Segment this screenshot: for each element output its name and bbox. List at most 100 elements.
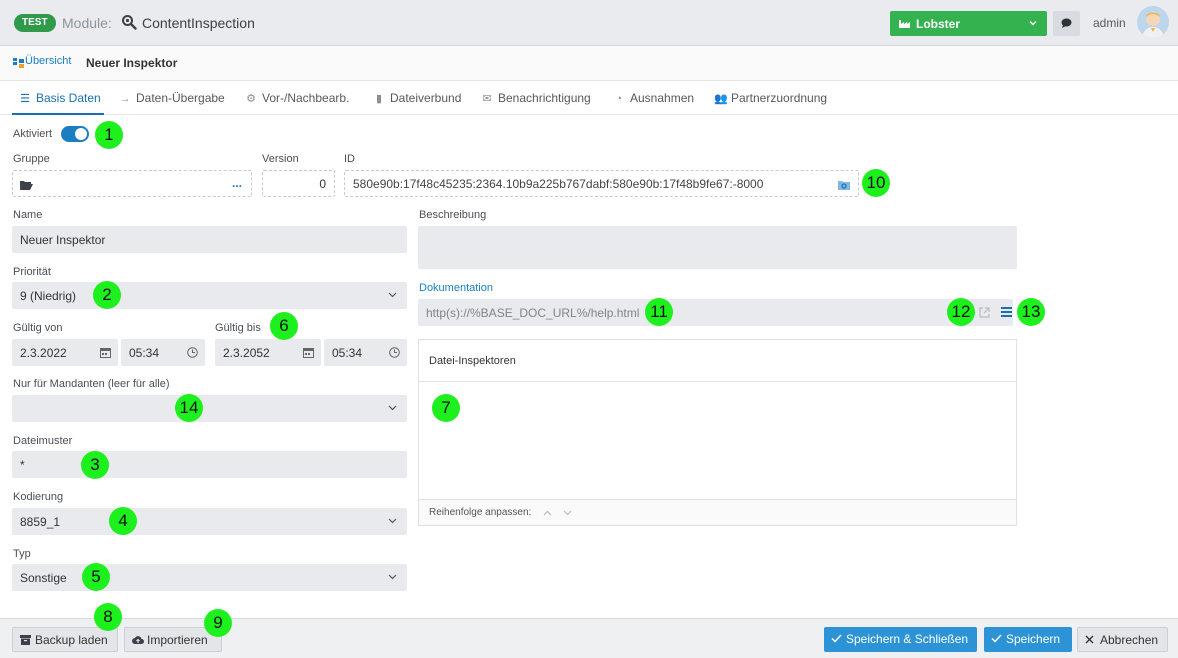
clients-select[interactable] — [12, 395, 407, 422]
user-avatar[interactable] — [1137, 6, 1169, 38]
tab-vor-nachbearb[interactable]: ⚙ Vor-/Nachbearb. — [245, 91, 349, 105]
group-field[interactable]: ... — [12, 170, 252, 197]
breadcrumb-overview-link[interactable]: Übersicht — [25, 55, 71, 67]
users-icon: 👥 — [714, 93, 728, 105]
valid-to-time-input[interactable]: 05:34 — [324, 339, 407, 366]
external-link-icon[interactable] — [979, 307, 990, 318]
save-and-close-button[interactable]: Speichern & Schließen — [824, 627, 977, 652]
tab-partnerzuordnung[interactable]: 👥 Partnerzuordnung — [714, 91, 827, 105]
tab-label: Partnerzuordnung — [731, 91, 828, 105]
file-icon: ▮ — [375, 93, 383, 105]
save-button[interactable]: Speichern — [984, 627, 1072, 652]
id-value: 580e90b:17f48c45235:2364.10b9a225b767dab… — [353, 177, 764, 191]
clients-label: Nur für Mandanten (leer für alle) — [13, 378, 170, 390]
import-label: Importieren — [147, 633, 208, 647]
list-menu-icon[interactable] — [1001, 307, 1012, 317]
annotation-marker: 4 — [109, 507, 137, 535]
gears-icon: ⚙ — [246, 93, 256, 105]
id-field[interactable]: 580e90b:17f48c45235:2364.10b9a225b767dab… — [344, 170, 859, 197]
name-value: Neuer Inspektor — [20, 233, 106, 247]
encoding-select[interactable]: 8859_1 — [12, 508, 407, 535]
save-label: Speichern — [1006, 632, 1061, 646]
chevron-down-icon — [388, 518, 397, 524]
clock-icon[interactable] — [187, 347, 198, 358]
id-label: ID — [344, 153, 355, 165]
valid-from-label: Gültig von — [13, 322, 63, 334]
annotation-marker: 1 — [95, 121, 123, 149]
close-icon — [1085, 635, 1094, 644]
comment-icon — [1061, 18, 1072, 28]
tab-label: Dateiverbund — [390, 91, 462, 105]
tenant-select[interactable]: Lobster — [890, 11, 1047, 36]
factory-icon — [899, 20, 910, 28]
annotation-marker: 14 — [175, 394, 203, 422]
annotation-marker: 8 — [94, 603, 122, 631]
priority-select[interactable]: 9 (Niedrig) — [12, 282, 407, 309]
active-tab-indicator — [12, 113, 104, 115]
name-input[interactable]: Neuer Inspektor — [12, 226, 407, 253]
backup-load-button[interactable]: Backup laden — [12, 627, 118, 652]
file-inspectors-title: Datei-Inspektoren — [429, 355, 516, 367]
tab-label: Vor-/Nachbearb. — [262, 91, 350, 105]
documentation-label: Dokumentation — [419, 282, 493, 294]
tab-label: Basis Daten — [36, 91, 101, 105]
valid-from-time: 05:34 — [129, 346, 160, 360]
calendar-icon[interactable] — [100, 347, 111, 358]
arrow-right-icon: → — [119, 93, 131, 105]
magnifier-gear-icon — [121, 14, 137, 30]
tab-benachrichtigung[interactable]: ✉ Benachrichtigung — [481, 91, 591, 105]
priority-label: Priorität — [13, 266, 51, 278]
valid-to-time: 05:34 — [332, 346, 363, 360]
chevron-down-icon — [1029, 21, 1037, 26]
file-inspectors-header: Datei-Inspektoren — [419, 340, 1016, 382]
annotation-marker: 13 — [1017, 298, 1045, 326]
folder-search-icon[interactable] — [838, 180, 850, 190]
valid-to-date-input[interactable]: 2.3.2052 — [215, 339, 321, 366]
top-bar: TEST Module: ContentInspection Lobster a… — [0, 0, 1178, 46]
chevron-down-icon — [388, 405, 397, 411]
version-value: 0 — [319, 177, 326, 191]
chevron-up-icon[interactable] — [543, 510, 552, 516]
chevron-down-icon — [388, 574, 397, 580]
tab-daten-uebergabe[interactable]: → Daten-Übergabe — [119, 91, 225, 105]
tab-dateiverbund[interactable]: ▮ Dateiverbund — [373, 91, 461, 105]
annotation-marker: 6 — [270, 312, 298, 340]
filepattern-value: * — [20, 458, 25, 472]
description-textarea[interactable] — [418, 226, 1017, 269]
documentation-input[interactable]: http(s)://%BASE_DOC_URL%/help.html — [418, 299, 1013, 326]
valid-to-label: Gültig bis — [215, 322, 261, 334]
tab-label: Benachrichtigung — [498, 91, 591, 105]
type-label: Typ — [13, 548, 31, 560]
user-name[interactable]: admin — [1093, 16, 1126, 30]
breadcrumb-current: Neuer Inspektor — [86, 56, 178, 70]
description-label: Beschreibung — [419, 209, 487, 221]
calendar-icon[interactable] — [303, 347, 314, 358]
clock-icon[interactable] — [389, 347, 400, 358]
group-label: Gruppe — [13, 153, 50, 165]
save-and-close-label: Speichern & Schließen — [846, 632, 969, 646]
folder-open-icon — [20, 181, 33, 190]
tab-basis-daten[interactable]: ☰ Basis Daten — [19, 91, 101, 105]
chevron-down-icon[interactable] — [563, 510, 572, 516]
version-field[interactable]: 0 — [262, 170, 335, 197]
valid-from-time-input[interactable]: 05:34 — [121, 339, 205, 366]
group-picker-button[interactable]: ... — [232, 176, 242, 190]
cancel-button[interactable]: Abbrechen — [1077, 627, 1168, 652]
annotation-marker: 11 — [645, 298, 673, 326]
chat-button[interactable] — [1053, 11, 1080, 36]
tab-ausnahmen[interactable]: ◔ Ausnahmen — [613, 91, 694, 105]
tab-bar: ☰ Basis Daten → Daten-Übergabe ⚙ Vor-/Nachb… — [0, 82, 1178, 115]
list-icon: ☰ — [20, 93, 30, 105]
sitemap-icon — [13, 58, 24, 68]
module-label: Module: — [62, 15, 112, 31]
annotation-marker: 3 — [81, 451, 109, 479]
type-select[interactable]: Sonstige — [12, 564, 407, 591]
valid-from-date: 2.3.2022 — [20, 346, 67, 360]
filepattern-input[interactable]: * — [12, 451, 407, 478]
activated-toggle[interactable] — [61, 126, 89, 142]
check-icon — [991, 634, 1002, 643]
envelope-icon: ✉ — [482, 93, 492, 105]
valid-from-date-input[interactable]: 2.3.2022 — [12, 339, 118, 366]
type-value: Sonstige — [20, 571, 67, 585]
annotation-marker: 10 — [862, 169, 890, 197]
